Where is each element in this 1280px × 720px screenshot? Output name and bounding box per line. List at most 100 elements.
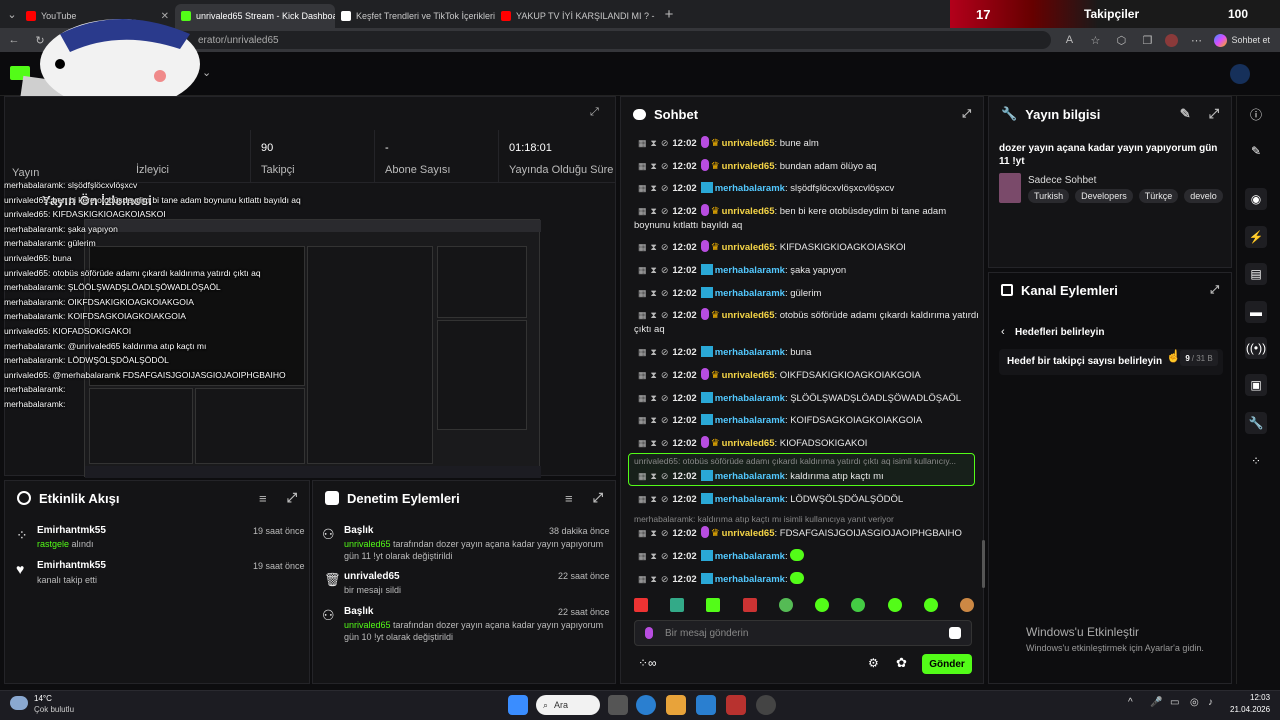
pin-icon[interactable]: ▦ — [638, 138, 647, 148]
chat-message[interactable]: ▦ ⧗ ⊘ 12:02 merhabalaramk: slşödfşlöcxvlöşxc… — [634, 181, 984, 196]
actions-icon[interactable]: ▣ — [1245, 374, 1267, 396]
tab-tiktok[interactable]: Keşfet Trendleri ve TikTok İçerikleri✕ — [335, 4, 495, 28]
ban-icon[interactable]: ⊘ — [661, 347, 669, 357]
tag[interactable]: Developers — [1075, 189, 1133, 203]
ban-icon[interactable]: ⊘ — [661, 206, 669, 216]
tag[interactable]: Türkçe — [1138, 189, 1179, 203]
clock-date[interactable]: 21.04.2026 — [1230, 705, 1270, 714]
pin-icon[interactable]: ▦ — [638, 370, 647, 380]
chat-message[interactable]: ▦ ⧗ ⊘ 12:02 ♛ unrivaled65: otobüs söförüde ad… — [634, 308, 984, 337]
chat-message[interactable]: ▦ ⧗ ⊘ 12:02 ♛ unrivaled65: KIFDASKIGKIOAGKOIA… — [634, 240, 984, 255]
pin-icon[interactable]: ▦ — [638, 183, 647, 193]
chat-message[interactable]: ▦ ⧗ ⊘ 12:02 merhabalaramk: ŞLÖÖLŞWADŞLÖADLŞÖ… — [634, 391, 984, 406]
emote-menu-icon[interactable]: ✿ — [896, 655, 907, 671]
chat-username[interactable]: unrivaled65 — [722, 310, 775, 321]
translate-icon[interactable]: A — [1061, 32, 1077, 48]
goal-input[interactable]: 9/ 31 B — [1180, 350, 1218, 366]
chat-input[interactable]: Bir mesaj gönderin — [634, 620, 972, 646]
chat-username[interactable]: unrivaled65 — [722, 138, 775, 149]
timeout-icon[interactable]: ⧗ — [651, 310, 657, 320]
chat-username[interactable]: merhabalaramk — [715, 415, 785, 426]
chat-message[interactable]: ▦ ⧗ ⊘ 12:02 ♛ unrivaled65: FDSAFGAISJGOIJASGI… — [638, 526, 988, 541]
mail-icon[interactable] — [696, 695, 716, 715]
timeout-icon[interactable]: ⧗ — [651, 161, 657, 171]
timeout-icon[interactable]: ⧗ — [651, 415, 657, 425]
start-icon[interactable] — [508, 695, 528, 715]
emote-icon[interactable] — [634, 598, 648, 612]
ban-icon[interactable]: ⊘ — [661, 288, 669, 298]
chat-username[interactable]: unrivaled65 — [722, 242, 775, 253]
emote-icon[interactable] — [778, 598, 793, 612]
activity-item-name[interactable]: Emirhantmk55 — [37, 525, 106, 536]
emoji-picker-icon[interactable] — [949, 627, 961, 639]
emote-icon[interactable] — [923, 598, 938, 612]
emote-icon[interactable] — [815, 598, 830, 612]
taskbar-search[interactable]: ⌕ Ara — [536, 695, 600, 715]
volume-icon[interactable]: ♪ — [1208, 697, 1213, 708]
pin-icon[interactable]: ▦ — [638, 161, 647, 171]
chat-message[interactable]: ▦ ⧗ ⊘ 12:02 merhabalaramk: şaka yapıyon — [634, 263, 984, 278]
obs-icon[interactable] — [756, 695, 776, 715]
chat-message[interactable]: ▦ ⧗ ⊘ 12:02 merhabalaramk: KOIFDSAGKOIAGKOIA… — [634, 413, 984, 428]
chat-message[interactable]: ▦ ⧗ ⊘ 12:02 merhabalaramk: kaldırıma atıp ka… — [638, 469, 988, 484]
ban-icon[interactable]: ⊘ — [661, 415, 669, 425]
camera-icon[interactable]: ◉ — [1245, 188, 1267, 210]
profile-icon[interactable] — [1165, 33, 1179, 47]
timeout-icon[interactable]: ⧗ — [651, 288, 657, 298]
chat-message[interactable]: ▦ ⧗ ⊘ 12:02 ♛ unrivaled65: bundan adam ölüyo … — [634, 159, 984, 174]
emote-icon[interactable] — [742, 598, 757, 612]
pin-icon[interactable]: ▦ — [638, 347, 647, 357]
network-icon[interactable]: ◎ — [1190, 697, 1199, 708]
pin-icon[interactable]: ▦ — [638, 288, 647, 298]
pin-icon[interactable]: ▦ — [638, 265, 647, 275]
expand-icon[interactable]: ⤢ — [287, 490, 297, 506]
edge-icon[interactable] — [636, 695, 656, 715]
emote-icon[interactable] — [959, 598, 974, 612]
emote-icon[interactable] — [670, 598, 685, 612]
pencil-icon[interactable]: ✎ — [1245, 140, 1267, 162]
chat-message[interactable]: ▦ ⧗ ⊘ 12:02 merhabalaramk: buna — [634, 345, 984, 360]
tab-yakup-tv[interactable]: YAKUP TV İYİ KARŞILANDI MI ? - Yo✕ — [495, 4, 655, 28]
wrench-icon[interactable]: 🔧 — [1245, 412, 1267, 434]
expand-icon[interactable]: ⤢ — [1210, 284, 1219, 297]
timeout-icon[interactable]: ⧗ — [651, 206, 657, 216]
chat-message[interactable]: ▦ ⧗ ⊘ 12:02 merhabalaramk: — [638, 572, 988, 587]
task-view-icon[interactable] — [608, 695, 628, 715]
expand-icon[interactable]: ⤢ — [590, 106, 599, 119]
activity-icon[interactable]: ⁘ — [1245, 450, 1267, 472]
pin-icon[interactable]: ▦ — [638, 393, 647, 403]
chat-message[interactable]: ▦ ⧗ ⊘ 12:02 merhabalaramk: LÖDWŞÖLŞDÖALŞÖDÖL — [638, 492, 988, 507]
ban-icon[interactable]: ⊘ — [661, 393, 669, 403]
chat-scrollbar[interactable] — [982, 540, 985, 588]
expand-icon[interactable]: ⤢ — [593, 490, 603, 506]
expand-icon[interactable]: ⤢ — [1209, 106, 1219, 122]
timeout-icon[interactable]: ⧗ — [651, 265, 657, 275]
pin-icon[interactable]: ▦ — [638, 310, 647, 320]
lightning-icon[interactable]: ⚡ — [1245, 226, 1267, 248]
app-icon[interactable] — [726, 695, 746, 715]
copilot-button[interactable]: Sohbet et — [1214, 33, 1270, 47]
chat-message[interactable]: ▦ ⧗ ⊘ 12:02 ♛ unrivaled65: ben bi kere otobüs… — [634, 204, 984, 233]
chat-username[interactable]: merhabalaramk — [715, 288, 785, 299]
ban-icon[interactable]: ⊘ — [661, 310, 669, 320]
chat-username[interactable]: merhabalaramk — [715, 393, 785, 404]
gear-icon[interactable]: ⚙ — [868, 656, 879, 670]
display-icon[interactable]: ▭ — [1170, 697, 1179, 708]
chat-message[interactable]: ▦ ⧗ ⊘ 12:02 merhabalaramk: gülerim — [634, 286, 984, 301]
pin-icon[interactable]: ▦ — [638, 415, 647, 425]
emote-icon[interactable] — [851, 598, 866, 612]
chat-username[interactable]: merhabalaramk — [715, 265, 785, 276]
send-button[interactable]: Gönder — [922, 654, 972, 674]
timeout-icon[interactable]: ⧗ — [651, 242, 657, 252]
ban-icon[interactable]: ⊘ — [661, 183, 669, 193]
timeout-icon[interactable]: ⧗ — [651, 138, 657, 148]
clock-time[interactable]: 12:03 — [1250, 693, 1270, 702]
chat-message[interactable]: ▦ ⧗ ⊘ 12:02 ♛ unrivaled65: KIOFADSOKIGAKOI — [634, 436, 984, 451]
ban-icon[interactable]: ⊘ — [661, 265, 669, 275]
chat-username[interactable]: unrivaled65 — [722, 370, 775, 381]
new-tab-icon[interactable]: + — [661, 6, 677, 23]
mod-item-title[interactable]: unrivaled65 — [344, 571, 400, 582]
collections-icon[interactable]: ❐ — [1139, 32, 1155, 48]
filter-icon[interactable]: ≡ — [259, 491, 267, 506]
pin-icon[interactable]: ▦ — [638, 206, 647, 216]
